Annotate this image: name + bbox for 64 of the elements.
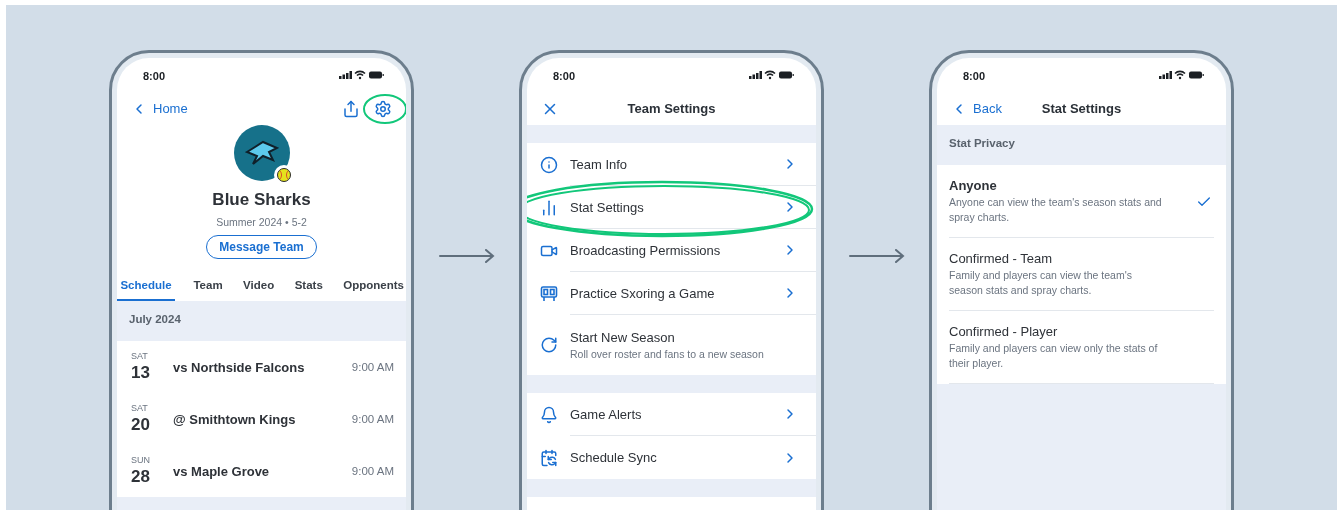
privacy-option[interactable]: Confirmed - Team Family and players can view the team's season stats and spray charts. — [937, 238, 1226, 311]
option-label: Confirmed - Team — [949, 251, 1054, 266]
message-team-button[interactable]: Message Team — [206, 235, 317, 259]
game-day: SAT — [131, 351, 173, 361]
arrow-icon — [848, 249, 905, 263]
option-label: Anyone — [949, 178, 998, 193]
game-time: 9:00 AM — [351, 361, 394, 373]
settings-item[interactable]: Broadcasting Permissions — [527, 229, 816, 272]
status-time: 8:00 — [143, 70, 166, 82]
settings-item-label: Broadcasting Permissions — [570, 242, 722, 258]
info-icon — [539, 155, 559, 174]
option-description: Family and players can view the team's season stats and spray charts. — [949, 268, 1133, 298]
game-time: 9:00 AM — [351, 465, 394, 477]
section-header: Stat Privacy — [937, 125, 1226, 165]
game-opponent: vs Maple Grove — [173, 463, 271, 479]
settings-item[interactable]: Practice Sxoring a Game — [527, 272, 816, 315]
status-icons — [1159, 70, 1204, 80]
season-record: Summer 2024 • 5-2 — [216, 216, 307, 228]
settings-item[interactable]: Team Info — [527, 143, 816, 186]
share-icon[interactable] — [342, 99, 360, 118]
refresh-icon — [539, 336, 559, 354]
option-label: Confirmed - Player — [949, 324, 1059, 339]
screen-title: Team Settings — [627, 101, 716, 116]
status-icons — [339, 70, 384, 80]
home-back-link[interactable]: Home — [131, 100, 188, 117]
game-time: 9:00 AM — [351, 413, 394, 425]
tab[interactable]: Team — [191, 273, 225, 301]
softball-icon — [276, 168, 291, 182]
tab[interactable]: Opponents — [341, 273, 406, 301]
settings-item[interactable]: Schedule Sync — [527, 436, 816, 479]
option-description: Anyone can view the team's season stats and spray charts. — [949, 195, 1163, 225]
privacy-option[interactable]: Anyone Anyone can view the team's season stats and spray charts. — [937, 165, 1226, 238]
tab[interactable]: Stats — [292, 273, 325, 301]
scoreboard-icon — [539, 284, 559, 303]
tab[interactable]: Video — [241, 273, 277, 301]
game-day: SAT — [131, 403, 173, 413]
status-icons — [749, 70, 794, 80]
calendar-sync-icon — [539, 448, 559, 467]
game-date: 20 — [131, 415, 151, 435]
settings-icon[interactable] — [374, 99, 392, 118]
settings-item-label: Schedule Sync — [570, 450, 658, 465]
status-time: 8:00 — [963, 70, 986, 82]
option-description: Family and players can view only the stats of their player. — [949, 341, 1159, 371]
settings-item-label: Game Alerts — [570, 406, 643, 422]
shark-icon — [244, 140, 279, 166]
screen-title: Stat Settings — [1041, 101, 1122, 116]
game-date: 28 — [131, 467, 151, 487]
month-header: July 2024 — [117, 301, 406, 341]
status-time: 8:00 — [553, 70, 576, 82]
settings-item-label: Start New Season — [570, 330, 676, 345]
settings-item[interactable]: Game Alerts — [527, 393, 816, 436]
game-date: 13 — [131, 363, 151, 383]
settings-item-subtitle: Roll over roster and fans to a new season — [570, 348, 765, 360]
game-opponent: @ Smithtown Kings — [173, 411, 297, 427]
arrow-icon — [438, 249, 495, 263]
settings-item[interactable]: Start New Season Roll over roster and fans to a new season — [527, 315, 816, 375]
game-opponent: vs Northside Falcons — [173, 359, 306, 375]
settings-item-label: Practice Sxoring a Game — [570, 285, 716, 301]
settings-item-label: Stat Settings — [570, 199, 645, 215]
team-name: Blue Sharks — [212, 190, 311, 210]
settings-item-label: Team Info — [570, 156, 629, 172]
back-link[interactable]: Back — [951, 100, 1002, 117]
game-day: SUN — [131, 455, 173, 465]
bell-icon — [539, 405, 559, 424]
